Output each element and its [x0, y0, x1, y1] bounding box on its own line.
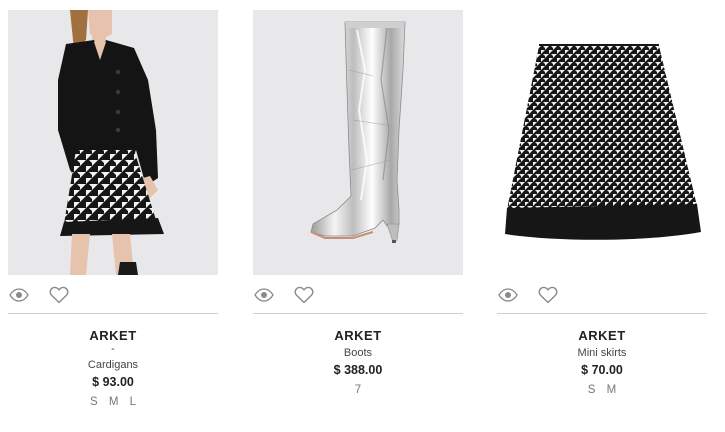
- eye-icon: [9, 288, 29, 302]
- boot-photo: [310, 21, 406, 243]
- product-info: ARKET Boots $ 388.00 7: [253, 328, 463, 398]
- heart-icon: [538, 286, 558, 304]
- product-card[interactable]: ARKET - Cardigans $ 93.00 S M L: [8, 10, 220, 430]
- product-image[interactable]: [8, 10, 218, 275]
- model-photo: [58, 10, 164, 275]
- divider: [497, 313, 707, 314]
- eye-icon: [498, 288, 518, 302]
- product-brand[interactable]: ARKET: [253, 328, 463, 343]
- quick-view-button[interactable]: [251, 282, 277, 308]
- product-actions: [253, 282, 463, 308]
- product-category: Cardigans: [87, 359, 139, 371]
- product-sizes: 7: [354, 384, 366, 396]
- product-category: Mini skirts: [577, 347, 627, 359]
- product-price: $ 388.00: [333, 363, 383, 377]
- heart-icon: [49, 286, 69, 304]
- brand-separator: -: [111, 343, 115, 355]
- product-image[interactable]: [253, 10, 463, 275]
- product-price: $ 93.00: [92, 375, 134, 389]
- product-card[interactable]: ARKET Mini skirts $ 70.00 S M: [497, 10, 709, 430]
- product-info: ARKET Mini skirts $ 70.00 S M: [497, 328, 707, 398]
- wishlist-button[interactable]: [535, 282, 561, 308]
- wishlist-button[interactable]: [291, 282, 317, 308]
- quick-view-button[interactable]: [495, 282, 521, 308]
- product-price: $ 70.00: [581, 363, 623, 377]
- product-category: Boots: [343, 347, 373, 359]
- product-card[interactable]: ARKET Boots $ 388.00 7: [253, 10, 465, 430]
- product-brand[interactable]: ARKET: [8, 328, 218, 343]
- product-actions: [8, 282, 218, 308]
- product-sizes: S M: [587, 384, 621, 396]
- product-image[interactable]: [497, 10, 707, 275]
- heart-icon: [294, 286, 314, 304]
- wishlist-button[interactable]: [46, 282, 72, 308]
- product-info: ARKET - Cardigans $ 93.00 S M L: [8, 328, 218, 410]
- skirt-photo: [505, 44, 701, 240]
- product-sizes: S M L: [89, 396, 141, 408]
- divider: [253, 313, 463, 314]
- product-brand[interactable]: ARKET: [497, 328, 707, 343]
- eye-icon: [254, 288, 274, 302]
- divider: [8, 313, 218, 314]
- quick-view-button[interactable]: [6, 282, 32, 308]
- product-actions: [497, 282, 707, 308]
